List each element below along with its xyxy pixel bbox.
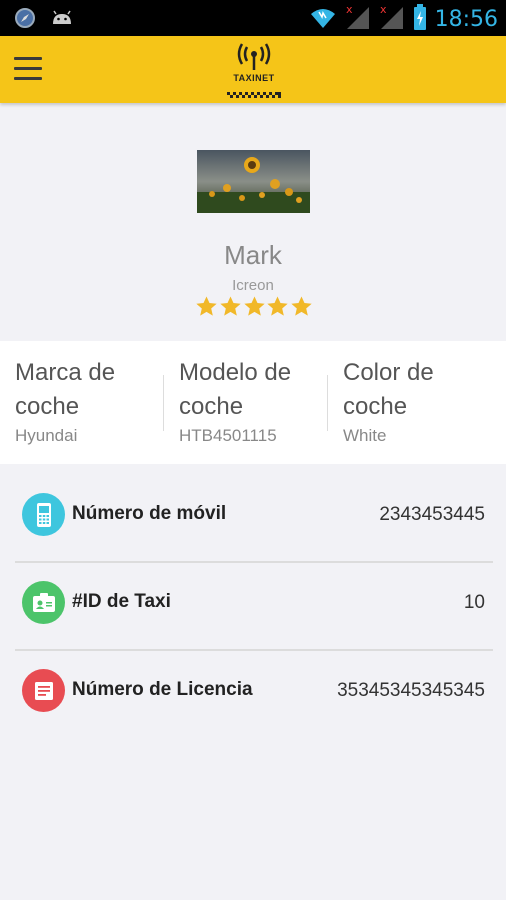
driver-name: Mark bbox=[224, 240, 282, 270]
list-item-license: Número de Licencia 35345345345345 bbox=[15, 651, 493, 739]
browser-icon bbox=[14, 7, 36, 33]
android-icon bbox=[50, 8, 74, 32]
detail-value: 2343453445 bbox=[379, 504, 485, 525]
star-icon bbox=[291, 296, 312, 316]
mobile-icon bbox=[22, 493, 65, 536]
star-icon bbox=[267, 296, 288, 316]
license-icon bbox=[22, 669, 65, 712]
driver-photo bbox=[197, 150, 310, 213]
taxinet-logo: TAXINET bbox=[224, 42, 284, 98]
car-color-title: Color de coche bbox=[343, 359, 434, 420]
rating-stars bbox=[195, 295, 313, 318]
car-color: Color de coche White bbox=[328, 341, 492, 464]
status-bar: x x 18:56 bbox=[0, 0, 506, 36]
signal-icon: x bbox=[379, 3, 405, 35]
battery-icon bbox=[413, 3, 427, 35]
clock: 18:56 bbox=[434, 6, 498, 32]
detail-value: 35345345345345 bbox=[337, 680, 485, 701]
car-make: Marca de coche Hyundai bbox=[0, 341, 164, 464]
driver-company: Icreon bbox=[232, 277, 274, 294]
car-make-title: Marca de coche bbox=[15, 359, 116, 420]
car-make-value: Hyundai bbox=[15, 426, 78, 445]
list-item-mobile: Número de móvil 2343453445 bbox=[15, 475, 493, 563]
car-model-value: HTB4501115 bbox=[179, 426, 277, 445]
car-info-panel: Marca de coche Hyundai Modelo de coche H… bbox=[0, 341, 506, 464]
signal-icon: x bbox=[345, 3, 371, 35]
star-icon bbox=[220, 296, 241, 316]
checker-stripe bbox=[227, 92, 281, 98]
detail-label: #ID de Taxi bbox=[72, 591, 171, 612]
detail-value: 10 bbox=[463, 592, 485, 613]
car-color-value: White bbox=[343, 426, 387, 445]
list-item-taxi-id: #ID de Taxi 10 bbox=[15, 563, 493, 651]
driver-details: Número de móvil 2343453445 #ID de Taxi 1… bbox=[15, 475, 493, 739]
id-card-icon bbox=[22, 581, 65, 624]
svg-text:x: x bbox=[346, 3, 353, 16]
app-bar: TAXINET bbox=[0, 36, 506, 103]
car-model-title: Modelo de coche bbox=[179, 359, 292, 420]
detail-label: Número de móvil bbox=[72, 503, 227, 524]
detail-label: Número de Licencia bbox=[72, 679, 253, 700]
car-model: Modelo de coche HTB4501115 bbox=[164, 341, 328, 464]
driver-profile: Mark Icreon bbox=[0, 103, 506, 341]
star-icon bbox=[243, 296, 265, 316]
menu-icon[interactable] bbox=[14, 57, 42, 81]
star-icon bbox=[196, 296, 217, 316]
wifi-icon bbox=[309, 4, 337, 34]
logo-text: TAXINET bbox=[233, 73, 275, 83]
svg-text:x: x bbox=[380, 3, 387, 16]
antenna-icon bbox=[237, 43, 271, 70]
